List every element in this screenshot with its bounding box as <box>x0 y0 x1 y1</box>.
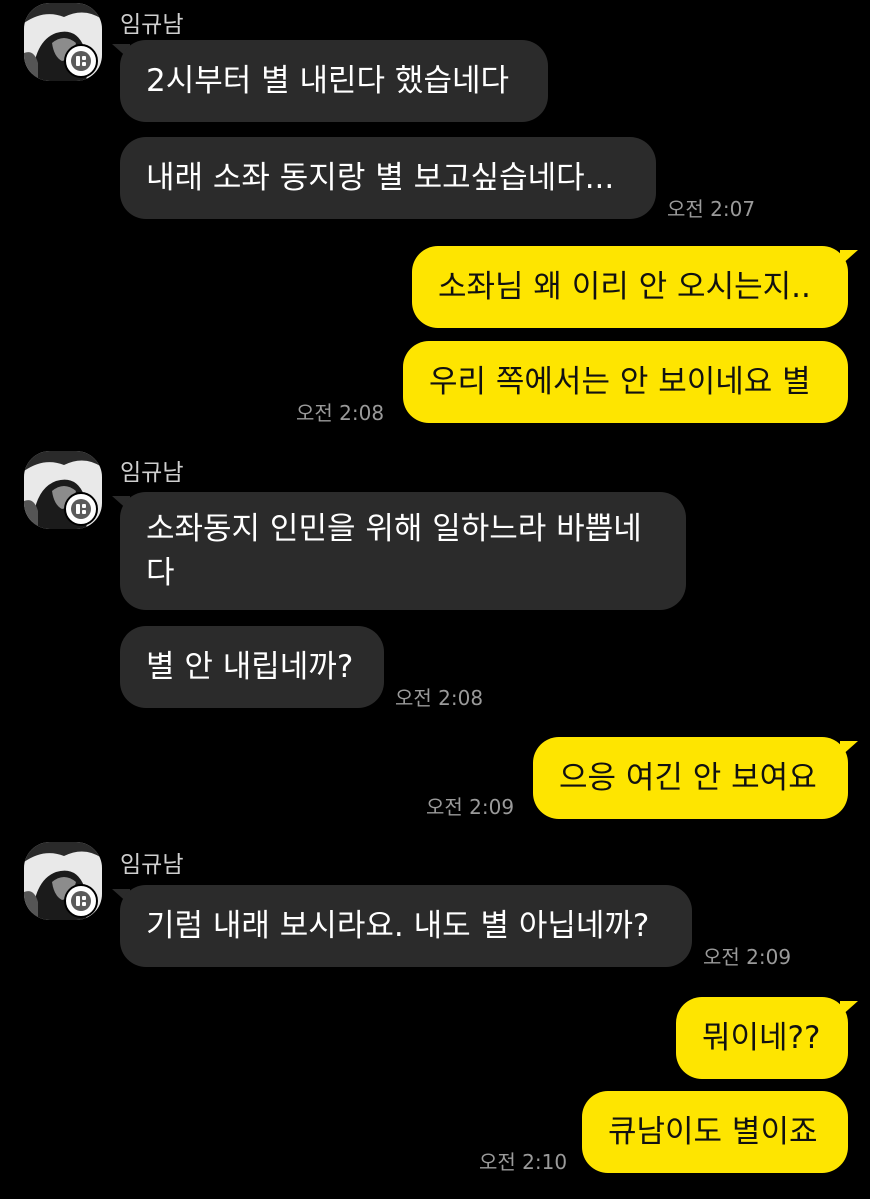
message-bubble-outgoing[interactable]: 큐남이도 별이죠 <box>582 1091 848 1173</box>
message-bubble-incoming[interactable]: 별 안 내립네까? <box>120 626 384 708</box>
profile-badge-icon <box>64 44 98 78</box>
message-bubble-incoming[interactable]: 소좌동지 인민을 위해 일하느라 바쁩네다 <box>120 492 686 610</box>
message-bubble-incoming[interactable]: 2시부터 별 내린다 했습네다 <box>120 40 548 122</box>
message-bubble-outgoing[interactable]: 우리 쪽에서는 안 보이네요 별 <box>403 341 848 423</box>
profile-badge-icon <box>64 492 98 526</box>
bubble-tail <box>840 250 858 266</box>
message-bubble-incoming[interactable]: 내래 소좌 동지랑 별 보고싶습네다... <box>120 137 656 219</box>
sender-name: 임규남 <box>120 460 184 486</box>
message-bubble-incoming[interactable]: 기럼 내래 보시라요. 내도 별 아닙네까? <box>120 885 692 967</box>
profile-badge-icon <box>64 884 98 918</box>
message-bubble-outgoing[interactable]: 뭐이네?? <box>676 997 848 1079</box>
message-timestamp: 오전 2:08 <box>296 401 385 425</box>
sender-name: 임규남 <box>120 12 184 38</box>
message-timestamp: 오전 2:09 <box>426 795 515 819</box>
message-bubble-outgoing[interactable]: 소좌님 왜 이리 안 오시는지.. <box>412 246 848 328</box>
bubble-tail <box>840 1001 858 1017</box>
message-timestamp: 오전 2:10 <box>479 1150 568 1174</box>
message-timestamp: 오전 2:07 <box>667 197 756 221</box>
message-timestamp: 오전 2:09 <box>703 945 792 969</box>
bubble-tail <box>840 741 858 757</box>
sender-name: 임규남 <box>120 852 184 878</box>
message-timestamp: 오전 2:08 <box>395 686 484 710</box>
message-bubble-outgoing[interactable]: 으응 여긴 안 보여요 <box>533 737 848 819</box>
